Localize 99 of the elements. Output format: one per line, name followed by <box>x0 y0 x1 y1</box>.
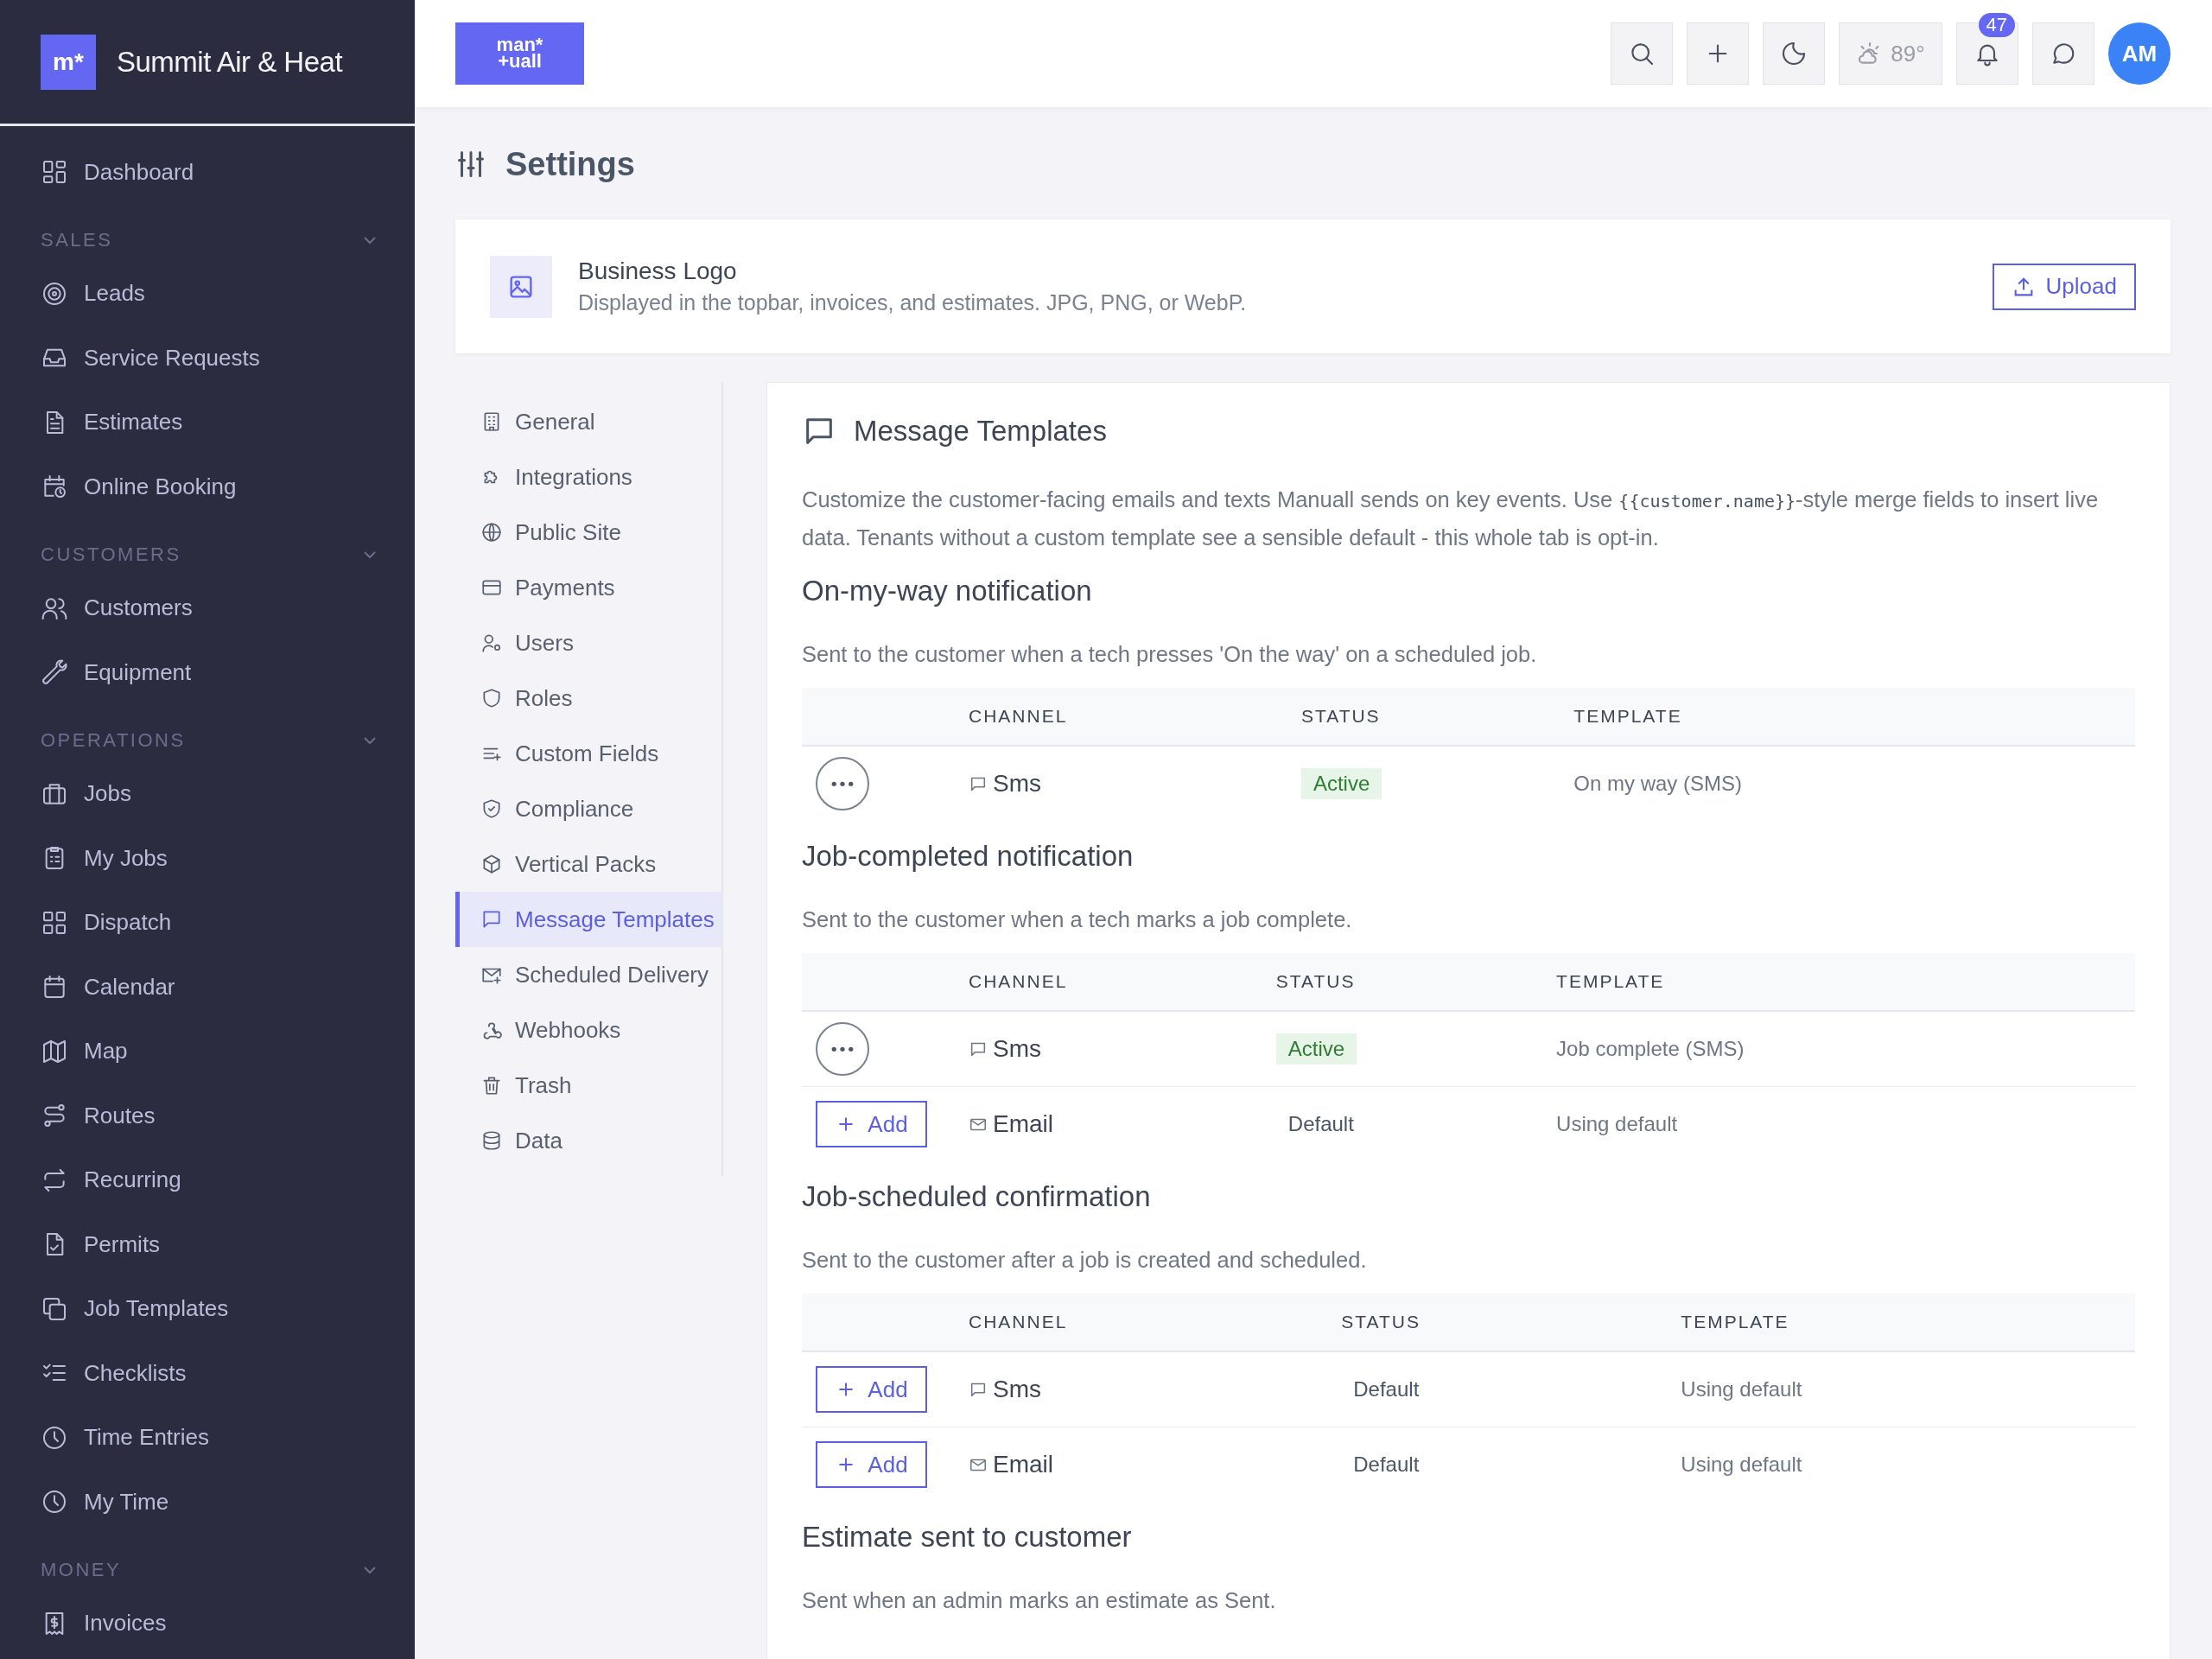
section-title: Job-completed notification <box>802 840 1135 873</box>
settings-nav-item[interactable]: Integrations <box>455 449 721 505</box>
notification-count: 47 <box>1978 13 2015 37</box>
sidebar-item[interactable]: Checklists <box>0 1341 415 1406</box>
database-icon <box>480 1129 503 1152</box>
settings-nav-item[interactable]: Payments <box>455 560 721 615</box>
column-header: STATUS <box>1300 688 1573 746</box>
sidebar-item[interactable]: Invoices <box>0 1591 415 1656</box>
sidebar-item[interactable]: Estimates <box>0 390 415 454</box>
sidebar-item[interactable]: Calendar <box>0 955 415 1020</box>
page-title: Settings <box>505 145 635 183</box>
status-text: Default <box>1287 1111 1355 1137</box>
template-name: Job complete (SMS) <box>1556 1037 1745 1060</box>
template-name: Using default <box>1681 1452 1802 1476</box>
section-description: Sent to the customer when a tech marks a job complete. <box>802 907 1353 932</box>
sidebar-item[interactable]: Service Requests <box>0 326 415 391</box>
column-header: CHANNEL <box>968 1294 1341 1351</box>
template-name: On my way (SMS) <box>1573 772 1743 795</box>
moon-icon <box>1780 40 1808 67</box>
section-heading: SALES <box>41 228 113 251</box>
company-name: Summit Air & Heat <box>117 45 343 79</box>
sliders-icon <box>455 149 486 180</box>
section-title: Estimate sent to customer <box>802 1521 1133 1554</box>
shield-check-icon <box>480 798 503 820</box>
channel-name: Sms <box>993 1375 1041 1403</box>
panel-description: Customize the customer-facing emails and texts Manuall sends on key events. Use {{customer.name}}-style merge fields to insert live data. Tenants without a custom template see a sensible default - this whole tab is opt-in. <box>802 486 2100 551</box>
sidebar-item[interactable]: Dispatch <box>0 890 415 955</box>
channel-name: Email <box>993 1450 1053 1478</box>
status-text: Default <box>1352 1376 1421 1402</box>
status-badge: Active <box>1275 1033 1357 1065</box>
column-header: TEMPLATE <box>1573 688 2135 746</box>
add-button[interactable]: Add <box>816 1366 927 1413</box>
settings-nav-item[interactable]: Data <box>455 1113 721 1168</box>
settings-nav-item[interactable]: Message Templates <box>455 892 721 947</box>
sidebar-item[interactable]: Jobs <box>0 761 415 826</box>
section-heading: MONEY <box>41 1558 122 1581</box>
settings-nav-item[interactable]: Public Site <box>455 505 721 560</box>
wrench-icon <box>41 658 68 687</box>
section-description: Sent when an admin marks an estimate as Sent. <box>802 1588 1277 1613</box>
column-header: CHANNEL <box>968 953 1275 1011</box>
box-icon <box>480 853 503 875</box>
settings-nav-item[interactable]: Vertical Packs <box>455 836 721 892</box>
channel-name: Sms <box>993 769 1041 798</box>
chat-icon <box>480 908 503 931</box>
sidebar-item[interactable]: Online Booking <box>0 454 415 519</box>
sidebar-item[interactable]: My Time <box>0 1470 415 1535</box>
status-badge: Active <box>1300 768 1382 799</box>
section-description: Sent to the customer after a job is created and scheduled. <box>802 1248 1368 1273</box>
column-header: TEMPLATE <box>1555 953 2135 1011</box>
sidebar-item[interactable]: Time Entries <box>0 1405 415 1470</box>
sidebar-item[interactable]: Map <box>0 1019 415 1084</box>
shield-icon <box>480 687 503 709</box>
settings-nav-item[interactable]: General <box>455 394 721 449</box>
settings-nav-item[interactable]: Users <box>455 615 721 671</box>
settings-nav-item[interactable]: Compliance <box>455 781 721 836</box>
channel-name: Sms <box>993 1034 1041 1063</box>
card-title: Business Logo <box>578 257 738 285</box>
search-button[interactable] <box>1611 22 1673 85</box>
sidebar-item[interactable]: Recurring <box>0 1147 415 1212</box>
sidebar-item[interactable]: Job Templates <box>0 1276 415 1341</box>
user-avatar[interactable]: AM <box>2108 22 2171 85</box>
column-header: CHANNEL <box>968 688 1300 746</box>
brand-logo[interactable]: m* <box>41 34 96 90</box>
column-header: STATUS <box>1274 953 1556 1011</box>
settings-nav-item[interactable]: Trash <box>455 1058 721 1113</box>
sidebar-item[interactable]: Customers <box>0 575 415 640</box>
status-text: Default <box>1352 1452 1421 1478</box>
channel-name: Email <box>993 1109 1053 1138</box>
app-logo[interactable]: man* +uall <box>455 22 584 85</box>
section-description: Sent to the customer when a tech presses 'On the way' on a scheduled job. <box>802 642 1538 667</box>
add-button[interactable]: Add <box>816 1101 927 1147</box>
sidebar-item[interactable]: Equipment <box>0 640 415 705</box>
settings-nav-item[interactable]: Scheduled Delivery <box>455 947 721 1002</box>
column-header: STATUS <box>1340 1294 1681 1351</box>
sidebar-item[interactable]: Permits <box>0 1212 415 1277</box>
section-title: Job-scheduled confirmation <box>802 1180 1152 1213</box>
panel-title: Message Templates <box>854 415 1107 448</box>
ellipsis-icon <box>831 780 854 787</box>
theme-button[interactable] <box>1763 22 1825 85</box>
ellipsis-icon <box>831 1046 854 1052</box>
template-name: Using default <box>1681 1377 1802 1401</box>
trash-icon <box>480 1074 503 1096</box>
section-title: On-my-way notification <box>802 575 1093 607</box>
upload-button[interactable]: Upload <box>1992 263 2136 310</box>
settings-nav-item[interactable]: Custom Fields <box>455 726 721 781</box>
card-description: Displayed in the topbar, invoices, and estimates. JPG, PNG, or WebP. <box>578 290 1248 315</box>
settings-nav-item[interactable]: Webhooks <box>455 1002 721 1058</box>
sidebar-item[interactable]: Leads <box>0 261 415 326</box>
globe-icon <box>480 521 503 543</box>
section-heading: CUSTOMERS <box>41 543 181 566</box>
sidebar-item[interactable]: Dashboard <box>0 140 415 205</box>
settings-nav-item[interactable]: Roles <box>455 671 721 726</box>
column-header: TEMPLATE <box>1680 1294 2135 1351</box>
messages-button[interactable] <box>2032 22 2094 85</box>
section-heading: OPERATIONS <box>41 728 186 752</box>
add-button[interactable]: Add <box>816 1441 927 1488</box>
sidebar-item[interactable]: Routes <box>0 1084 415 1148</box>
template-name: Using default <box>1556 1112 1678 1135</box>
sidebar-item[interactable]: My Jobs <box>0 826 415 891</box>
